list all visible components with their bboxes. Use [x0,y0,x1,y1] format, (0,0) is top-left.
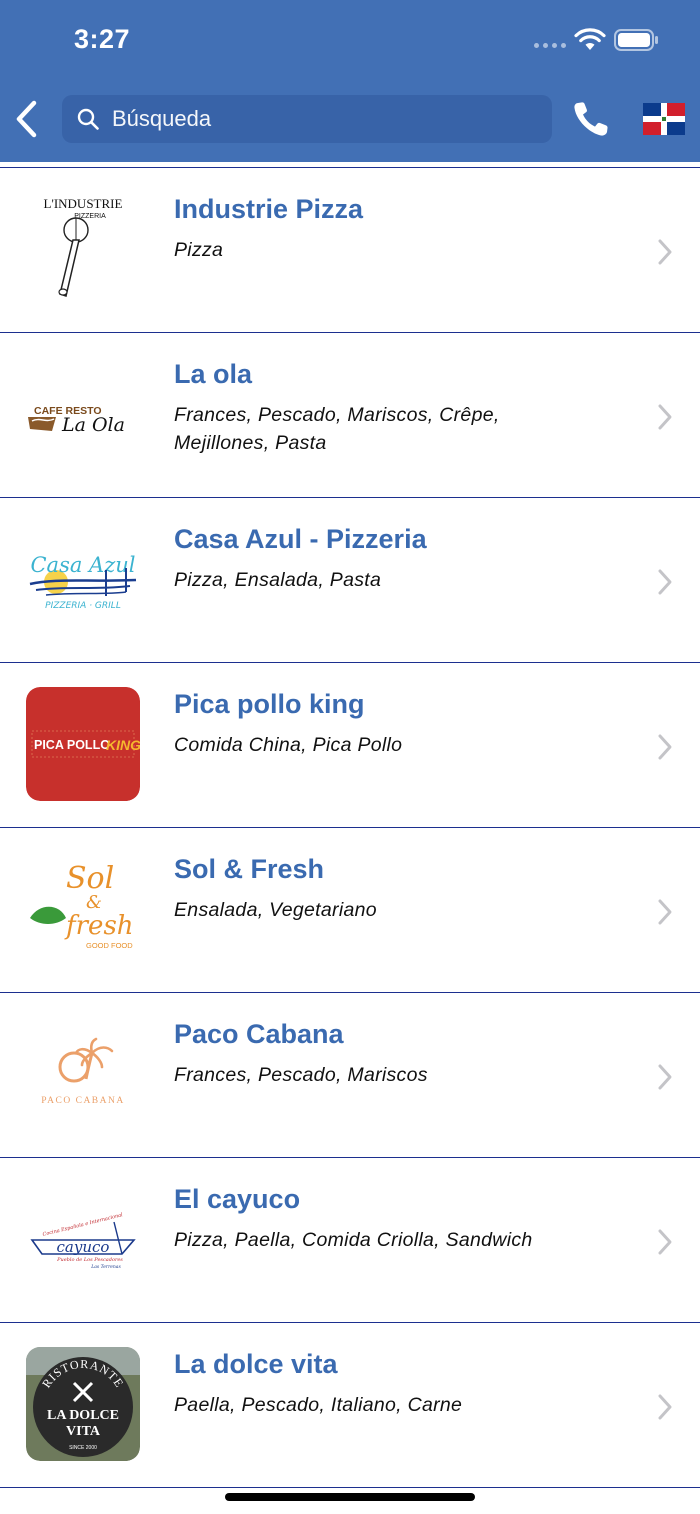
cellular-signal-icon [534,43,566,48]
restaurant-name: Industrie Pizza [174,194,364,224]
chevron-left-icon [16,100,37,138]
svg-text:Casa Azul: Casa Azul [30,553,135,577]
chevron-right-icon [658,899,672,925]
restaurant-cuisines: Comida China, Pica Pollo [174,734,403,756]
chevron-right-icon [658,734,672,760]
svg-text:VITA: VITA [66,1424,101,1439]
restaurant-list: L'INDUSTRIE PIZZERIA Industrie Pizza Piz… [0,167,700,1488]
chevron-right-icon [658,1394,672,1420]
restaurant-name: Sol & Fresh [174,854,325,884]
restaurant-logo: Sol & fresh GOOD FOOD [26,852,140,966]
restaurant-cuisines: Paella, Pescado, Italiano, Carne [174,1394,463,1416]
restaurant-logo: PICA POLLO KING [26,687,140,801]
list-item[interactable]: Cocina Española e Internacional cayuco P… [0,1157,700,1322]
restaurant-cuisines: Pizza, Ensalada, Pasta [174,569,382,591]
restaurant-cuisines: Frances, Pescado, Mariscos [174,1064,428,1086]
svg-text:cayuco: cayuco [57,1238,110,1256]
restaurant-logo: PACO CABANA [26,1017,140,1131]
restaurant-logo: Cocina Española e Internacional cayuco P… [26,1182,140,1296]
svg-text:L'INDUSTRIE: L'INDUSTRIE [44,196,123,211]
svg-text:LA DOLCE: LA DOLCE [47,1408,119,1423]
chevron-right-icon [658,239,672,265]
restaurant-name: Pica pollo king [174,689,365,719]
svg-text:Cocina Española e Internaciona: Cocina Española e Internacional [42,1211,124,1238]
restaurant-cuisines: Pizza [174,239,224,261]
wifi-icon [574,28,606,50]
restaurant-logo: RISTORANTE LA DOLCE VITA SINCE 2000 [26,1347,140,1461]
status-time: 3:27 [74,24,131,54]
restaurant-cuisines: Pizza, Paella, Comida Criolla, Sandwich [174,1229,533,1251]
search-placeholder: Búsqueda [112,106,212,131]
list-item[interactable]: PICA POLLO KING Pica pollo king Comida C… [0,662,700,827]
chevron-right-icon [658,1229,672,1255]
restaurant-cuisines: Ensalada, Vegetariano [174,899,377,921]
search-input[interactable]: Búsqueda [62,95,552,143]
svg-text:PICA POLLO: PICA POLLO [34,738,110,752]
list-item[interactable]: RISTORANTE LA DOLCE VITA SINCE 2000 La d… [0,1322,700,1487]
restaurant-name: El cayuco [174,1184,301,1214]
list-item[interactable]: Casa Azul PIZZERIA · GRILL Casa Azul - P… [0,497,700,662]
restaurant-logo: L'INDUSTRIE PIZZERIA [26,192,140,306]
restaurant-name: La ola [174,359,253,389]
svg-text:La Ola: La Ola [61,414,125,436]
chevron-right-icon [658,1064,672,1090]
list-item[interactable]: L'INDUSTRIE PIZZERIA Industrie Pizza Piz… [0,167,700,332]
svg-text:Pueblo de Los Pescadores: Pueblo de Los Pescadores [56,1257,123,1263]
restaurant-name: Paco Cabana [174,1019,344,1049]
search-icon [77,108,99,130]
svg-text:Sol: Sol [66,861,114,896]
svg-text:GOOD FOOD: GOOD FOOD [86,941,133,950]
list-item[interactable]: Sol & fresh GOOD FOOD Sol & Fresh Ensala… [0,827,700,992]
home-indicator [225,1493,475,1501]
dominican-republic-flag-icon[interactable] [643,103,685,135]
phone-icon[interactable] [570,98,612,140]
svg-text:KING: KING [106,737,140,753]
chevron-right-icon [658,404,672,430]
restaurant-cuisines: Frances, Pescado, Mariscos, Crêpe, Mejil… [174,404,500,454]
back-button[interactable] [8,97,44,141]
list-item[interactable]: PACO CABANA Paco Cabana Frances, Pescado… [0,992,700,1157]
svg-text:fresh: fresh [64,911,134,941]
svg-text:PIZZERIA · GRILL: PIZZERIA · GRILL [45,601,121,611]
restaurant-name: Casa Azul - Pizzeria [174,524,427,554]
list-divider [0,1487,700,1488]
chevron-right-icon [658,569,672,595]
navigation-header: 3:27 Búsqueda [0,0,700,162]
restaurant-logo: CAFE RESTO La Ola [26,357,140,471]
restaurant-name: La dolce vita [174,1349,338,1379]
restaurant-logo: Casa Azul PIZZERIA · GRILL [26,522,140,636]
svg-text:&: & [86,892,102,913]
svg-text:PACO CABANA: PACO CABANA [41,1096,124,1106]
svg-text:SINCE 2000: SINCE 2000 [69,1445,97,1451]
svg-text:Las Terrenas: Las Terrenas [90,1264,121,1270]
battery-icon [614,29,658,51]
list-item[interactable]: CAFE RESTO La Ola La ola Frances, Pescad… [0,332,700,497]
